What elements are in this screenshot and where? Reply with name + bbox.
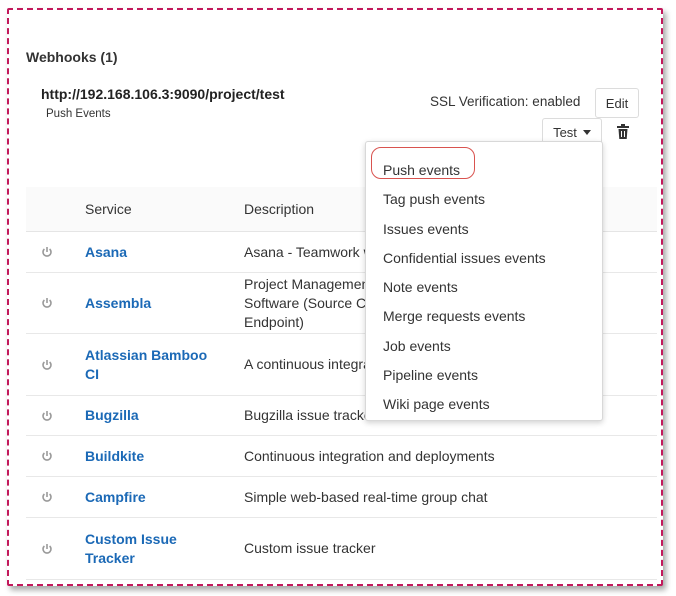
service-link[interactable]: Buildkite <box>85 447 144 466</box>
screenshot-frame: Webhooks (1) http://192.168.106.3:9090/p… <box>7 8 663 586</box>
service-link[interactable]: Assembla <box>85 294 151 313</box>
dropdown-item-wiki-page-events[interactable]: Wiki page events <box>366 390 602 419</box>
power-icon <box>42 543 52 554</box>
power-icon <box>42 410 52 421</box>
header-status <box>26 187 85 232</box>
ssl-verification-status: SSL Verification: enabled <box>430 94 581 109</box>
power-icon <box>42 298 52 308</box>
table-row: Custom Issue Tracker Custom issue tracke… <box>26 517 657 580</box>
trash-icon[interactable] <box>616 124 630 140</box>
test-events-dropdown-menu: Push events Tag push events Issues event… <box>365 141 603 421</box>
caret-down-icon <box>582 130 591 135</box>
service-description: Simple web-based real-time group chat <box>244 476 657 518</box>
dropdown-list: Push events Tag push events Issues event… <box>366 156 602 420</box>
service-link[interactable]: Bugzilla <box>85 406 139 425</box>
service-link[interactable]: Atlassian Bamboo CI <box>85 346 215 384</box>
table-row: Campfire Simple web-based real-time grou… <box>26 476 657 518</box>
dropdown-item-job-events[interactable]: Job events <box>366 332 602 361</box>
edit-button[interactable]: Edit <box>595 88 639 118</box>
webhooks-title: Webhooks (1) <box>26 49 118 65</box>
dropdown-item-confidential-issues-events[interactable]: Confidential issues events <box>366 244 602 273</box>
service-link[interactable]: Custom Issue Tracker <box>85 530 195 568</box>
dropdown-item-note-events[interactable]: Note events <box>366 273 602 302</box>
dropdown-item-tag-push-events[interactable]: Tag push events <box>366 185 602 214</box>
power-icon <box>42 451 52 461</box>
service-description: Continuous integration and deployments <box>244 435 657 477</box>
webhook-url: http://192.168.106.3:9090/project/test <box>41 86 285 102</box>
table-row: Buildkite Continuous integration and dep… <box>26 435 657 477</box>
header-service: Service <box>85 187 244 232</box>
dropdown-item-pipeline-events[interactable]: Pipeline events <box>366 361 602 390</box>
webhook-events: Push Events <box>46 108 111 120</box>
dropdown-item-issues-events[interactable]: Issues events <box>366 215 602 244</box>
push-events-highlight-annotation <box>371 147 475 179</box>
service-link[interactable]: Asana <box>85 243 127 262</box>
service-link[interactable]: Campfire <box>85 488 146 507</box>
power-icon <box>42 247 52 257</box>
service-description: Custom issue tracker <box>244 517 657 580</box>
dropdown-item-merge-requests-events[interactable]: Merge requests events <box>366 302 602 331</box>
power-icon <box>42 359 52 370</box>
power-icon <box>42 492 52 502</box>
test-button-label: Test <box>553 125 577 140</box>
